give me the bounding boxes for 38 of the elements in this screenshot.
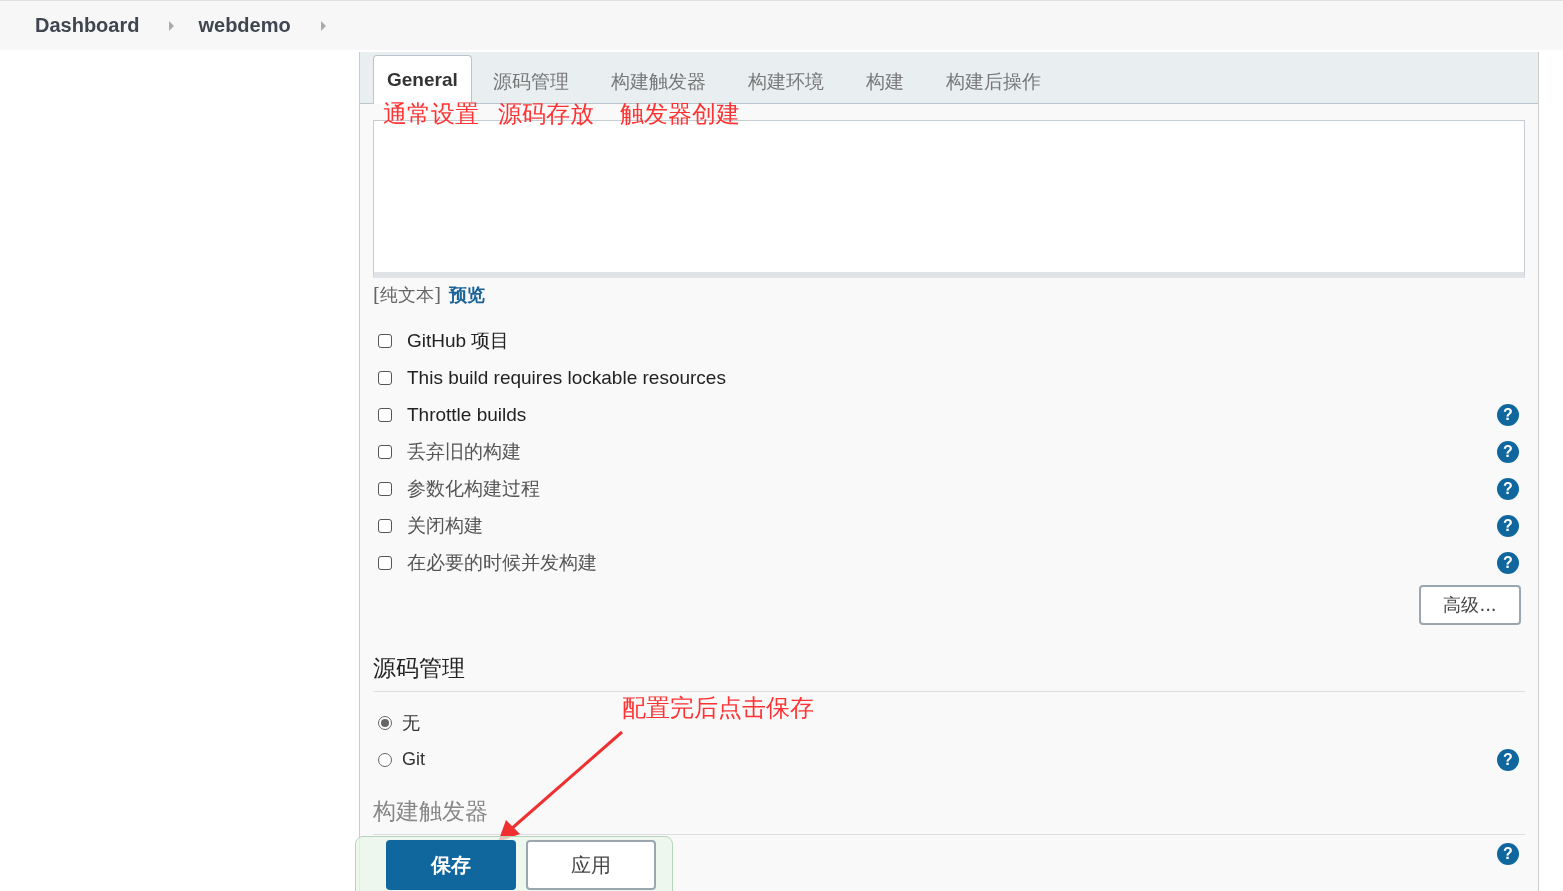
checkbox[interactable] — [378, 481, 392, 496]
checkbox[interactable] — [378, 518, 392, 533]
chevron-icon — [320, 20, 326, 31]
help-button[interactable]: ? — [1497, 748, 1519, 771]
preview-link[interactable]: 预览 — [449, 283, 486, 307]
help-button[interactable]: ? — [1497, 842, 1519, 865]
option-label: 丢弃旧的构建 — [407, 438, 521, 464]
checkbox[interactable] — [378, 444, 392, 459]
checkbox[interactable] — [378, 333, 392, 348]
tab[interactable]: 构建 — [844, 58, 925, 104]
checkbox[interactable] — [378, 370, 392, 385]
radio-button[interactable] — [378, 715, 392, 730]
checkbox[interactable] — [378, 555, 392, 570]
radio-button[interactable] — [378, 752, 392, 767]
option-label: 在必要的时候并发构建 — [407, 549, 597, 575]
help-button[interactable]: ? — [1497, 440, 1519, 463]
help-button[interactable]: ? — [1497, 477, 1519, 500]
chevron-icon — [169, 20, 175, 31]
help-button[interactable]: ? — [1497, 551, 1519, 574]
option-label: 无 — [402, 711, 420, 735]
apply-button[interactable]: 应用 — [526, 840, 656, 890]
section-heading: 源码管理 — [373, 653, 1525, 692]
option-label: Git — [402, 749, 425, 770]
advanced-button[interactable]: 高级... — [1419, 585, 1521, 625]
option-label: 关闭构建 — [407, 512, 483, 538]
format-label: [纯文本] — [373, 283, 442, 307]
option-label: Throttle builds — [407, 403, 527, 426]
help-button[interactable]: ? — [1497, 403, 1519, 426]
breadcrumb-link[interactable]: webdemo — [198, 14, 291, 37]
option-label: This build requires lockable resources — [407, 366, 726, 389]
help-button[interactable]: ? — [1497, 514, 1519, 537]
checkbox[interactable] — [378, 407, 392, 422]
breadcrumb-link[interactable]: Dashboard — [35, 14, 140, 37]
option-label: 参数化构建过程 — [407, 475, 540, 501]
tab[interactable]: 构建后操作 — [924, 58, 1062, 104]
option-label: GitHub 项目 — [407, 328, 510, 353]
annotation-text: 配置完后点击保存 — [622, 693, 814, 724]
save-button[interactable]: 保存 — [386, 840, 516, 890]
